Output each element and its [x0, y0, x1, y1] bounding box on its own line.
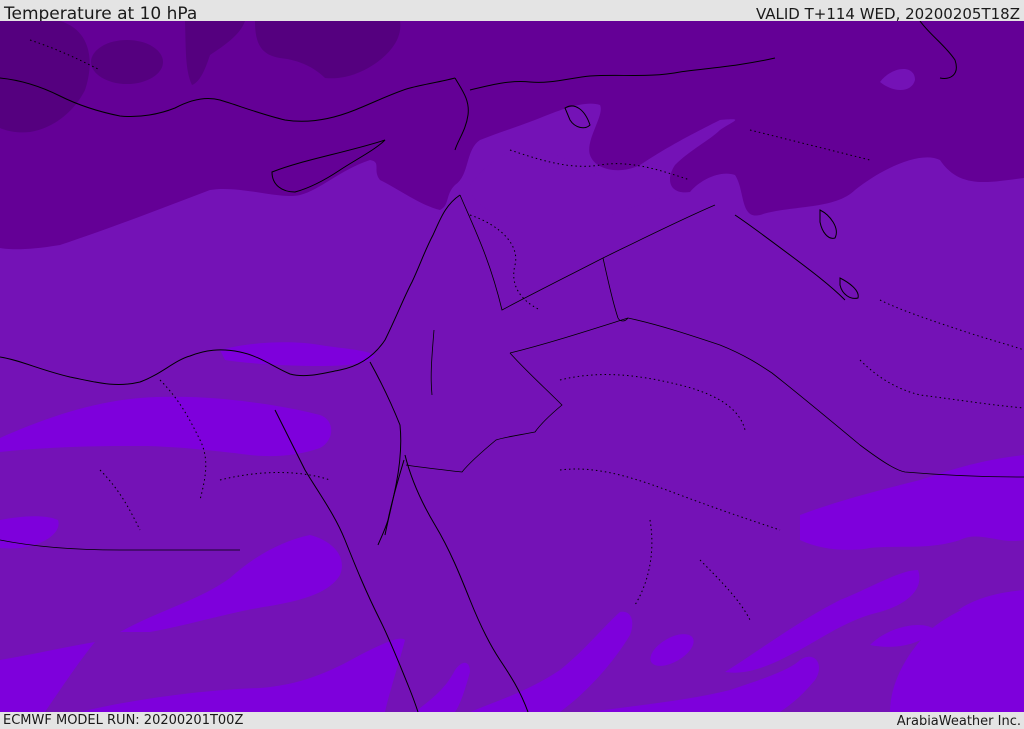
model-run: ECMWF MODEL RUN: 20200201T00Z: [3, 713, 244, 728]
field-darkest-blob: [91, 40, 163, 84]
map-canvas: [0, 21, 1024, 712]
header-bar: Temperature at 10 hPa VALID T+114 WED, 2…: [0, 0, 1024, 24]
footer-bar: ECMWF MODEL RUN: 20200201T00Z ArabiaWeat…: [0, 712, 1024, 729]
weather-map-page: Temperature at 10 hPa VALID T+114 WED, 2…: [0, 0, 1024, 729]
brand-credit: ArabiaWeather Inc.: [896, 714, 1021, 729]
